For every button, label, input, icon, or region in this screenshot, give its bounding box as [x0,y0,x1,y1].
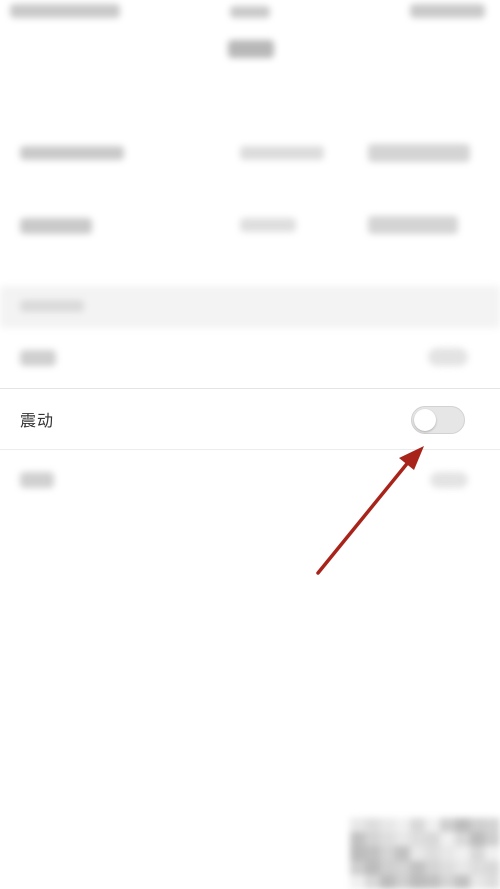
watermark-cell [365,818,380,833]
blurred-row-2[interactable] [0,190,500,260]
watermark-cell [425,846,440,861]
watermark-cell [455,874,470,889]
watermark-cell [395,818,410,833]
watermark-cell [410,832,425,847]
watermark-cell [350,832,365,847]
watermark-cell [440,860,455,875]
watermark-cell [380,818,395,833]
watermark-cell [470,874,485,889]
watermark-cell [410,818,425,833]
watermark-cell [380,846,395,861]
blurred-row-2-label [20,218,92,234]
watermark-cell [395,874,410,889]
blurred-row-2-value [240,218,296,232]
vibration-setting-row[interactable]: 震动 [0,388,500,450]
blurred-section-title [20,300,84,312]
watermark-cell [380,860,395,875]
watermark-cell [350,860,365,875]
watermark-cell [455,846,470,861]
watermark-cell [470,832,485,847]
blurred-header [0,0,500,100]
watermark-cell [425,874,440,889]
pixelated-watermark [350,818,500,889]
watermark-cell [410,874,425,889]
blurred-row-2-button [368,216,458,234]
watermark-cell [380,832,395,847]
watermark-cell [410,860,425,875]
blurred-row-3-label [20,350,56,366]
watermark-cell [485,832,500,847]
watermark-cell [455,832,470,847]
blurred-row-4[interactable] [0,452,500,508]
blurred-section-header [0,286,500,328]
watermark-cell [470,818,485,833]
blurred-row-3[interactable] [0,328,500,386]
watermark-cell [440,846,455,861]
watermark-cell [470,860,485,875]
watermark-cell [440,832,455,847]
blurred-row-3-toggle [428,348,468,366]
watermark-cell [425,818,440,833]
blurred-row-4-label [20,472,54,488]
blurred-row-4-toggle [430,472,468,488]
watermark-cell [425,832,440,847]
watermark-cell [380,874,395,889]
vibration-toggle[interactable] [411,406,465,434]
watermark-cell [455,860,470,875]
watermark-cell [440,818,455,833]
blurred-status-right [410,4,485,18]
watermark-cell [395,860,410,875]
watermark-cell [350,818,365,833]
watermark-cell [470,846,485,861]
toggle-knob [414,409,436,431]
watermark-cell [410,846,425,861]
blurred-row-1-value [240,146,324,160]
watermark-cell [395,846,410,861]
watermark-cell [365,860,380,875]
watermark-cell [350,846,365,861]
watermark-cell [395,832,410,847]
blurred-row-1-label [20,146,124,160]
watermark-cell [425,860,440,875]
blurred-row-1[interactable] [0,118,500,188]
blurred-row-1-button [368,144,470,162]
watermark-cell [455,818,470,833]
watermark-cell [440,874,455,889]
watermark-cell [485,874,500,889]
blurred-title-left [10,4,120,18]
watermark-cell [485,860,500,875]
watermark-cell [485,846,500,861]
watermark-cell [350,874,365,889]
blurred-title-center [230,6,270,18]
vibration-label: 震动 [20,411,55,430]
watermark-cell [485,818,500,833]
watermark-cell [365,874,380,889]
blurred-badge [228,40,274,58]
watermark-cell [365,846,380,861]
watermark-cell [365,832,380,847]
